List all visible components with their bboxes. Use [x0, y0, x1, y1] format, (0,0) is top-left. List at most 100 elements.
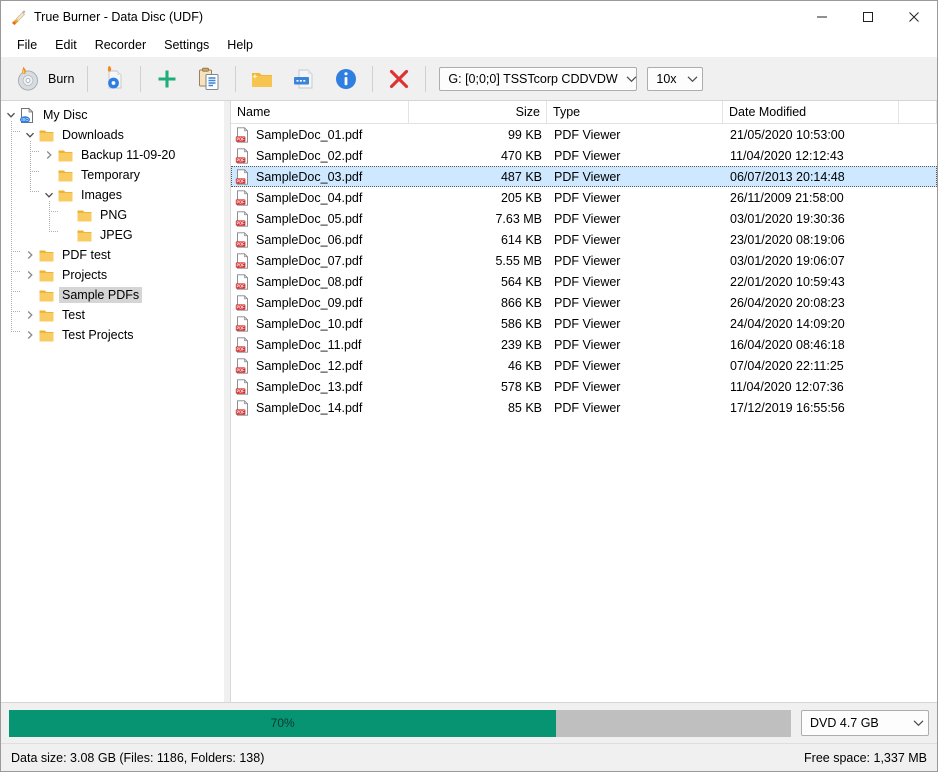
table-row[interactable]: PDF SampleDoc_10.pdf 586 KB PDF Viewer 24/04… [231, 313, 937, 334]
file-type-cell: PDF Viewer [554, 253, 621, 268]
status-bar: Data size: 3.08 GB (Files: 1186, Folders… [1, 743, 937, 771]
svg-text:PDF: PDF [237, 199, 246, 204]
capacity-progress-label: 70% [270, 716, 295, 730]
tree-item-label: Test [62, 308, 85, 322]
table-row[interactable]: PDF SampleDoc_03.pdf 487 KB PDF Viewer 06/07… [231, 166, 937, 187]
chevron-right-icon[interactable] [22, 245, 38, 265]
rename-button[interactable] [283, 60, 325, 98]
tree-item-test-projects[interactable]: Test Projects [1, 325, 223, 345]
file-name-label: SampleDoc_05.pdf [256, 211, 363, 226]
delete-button[interactable] [378, 60, 420, 98]
svg-text:PDF: PDF [237, 346, 246, 351]
tree-item-label: JPEG [100, 228, 133, 242]
speed-select[interactable]: 10x [647, 66, 704, 91]
tree-guide-line [11, 251, 20, 252]
media-type-select[interactable]: DVD 4.7 GB [801, 710, 929, 736]
tree-item-jpeg[interactable]: JPEG [1, 225, 223, 245]
table-row[interactable]: PDF SampleDoc_02.pdf 470 KB PDF Viewer 11/04… [231, 145, 937, 166]
tree-item-images[interactable]: Images [1, 185, 223, 205]
table-row[interactable]: PDF SampleDoc_13.pdf 578 KB PDF Viewer 11/04… [231, 376, 937, 397]
burn-image-button[interactable] [93, 60, 135, 98]
table-row[interactable]: PDF SampleDoc_09.pdf 866 KB PDF Viewer 26/04… [231, 292, 937, 313]
file-date-cell: 26/04/2020 20:08:23 [730, 295, 845, 310]
file-name-cell: PDF SampleDoc_11.pdf [232, 336, 410, 353]
tree-guide-line [30, 191, 39, 192]
table-row[interactable]: PDF SampleDoc_06.pdf 614 KB PDF Viewer 23/01… [231, 229, 937, 250]
tree-item-sample-pdfs[interactable]: Sample PDFs [1, 285, 223, 305]
table-row[interactable]: PDF SampleDoc_14.pdf 85 KB PDF Viewer 17/12/… [231, 397, 937, 418]
file-type-cell: PDF Viewer [554, 190, 621, 205]
table-row[interactable]: PDF SampleDoc_11.pdf 239 KB PDF Viewer 16/04… [231, 334, 937, 355]
chevron-right-icon[interactable] [22, 265, 38, 285]
table-row[interactable]: PDF SampleDoc_07.pdf 5.55 MB PDF Viewer 03/0… [231, 250, 937, 271]
table-row[interactable]: PDF SampleDoc_12.pdf 46 KB PDF Viewer 07/04/… [231, 355, 937, 376]
chevron-right-icon[interactable] [41, 145, 57, 165]
capacity-row: 70% DVD 4.7 GB [1, 703, 937, 743]
tree-guide-line [49, 231, 58, 232]
file-size-cell: 470 KB [500, 148, 542, 163]
close-button[interactable] [891, 1, 937, 33]
folder-icon [38, 127, 55, 144]
file-name-label: SampleDoc_10.pdf [256, 316, 363, 331]
folder-tree[interactable]: ISO My Disc Downloads Backup 11-09-20 Tempor… [1, 101, 223, 702]
tree-item-pdf-test[interactable]: PDF test [1, 245, 223, 265]
tree-item-label: Temporary [81, 168, 141, 182]
tree-item-my-disc[interactable]: ISO My Disc [1, 105, 223, 125]
folder-icon [38, 247, 55, 264]
file-date-cell: 21/05/2020 10:53:00 [730, 127, 845, 142]
file-date-cell: 03/01/2020 19:30:36 [730, 211, 845, 226]
svg-text:PDF: PDF [237, 136, 246, 141]
paste-button[interactable] [188, 60, 230, 98]
tree-item-projects[interactable]: Projects [1, 265, 223, 285]
tree-item-label: Downloads [62, 128, 124, 142]
file-date-cell: 24/04/2020 14:09:20 [730, 316, 845, 331]
maximize-button[interactable] [845, 1, 891, 33]
chevron-right-icon[interactable] [22, 305, 38, 325]
status-data-size: Data size: 3.08 GB (Files: 1186, Folders… [11, 750, 265, 765]
menu-settings[interactable]: Settings [155, 35, 218, 55]
file-list-rows: PDF SampleDoc_01.pdf 99 KB PDF Viewer 21/05/… [231, 124, 937, 418]
iso-disc-file-icon: ISO [19, 107, 36, 124]
window-controls [799, 1, 937, 33]
file-type-cell: PDF Viewer [554, 169, 621, 184]
table-row[interactable]: PDF SampleDoc_04.pdf 205 KB PDF Viewer 26/11… [231, 187, 937, 208]
new-folder-button[interactable] [241, 60, 283, 98]
menu-edit[interactable]: Edit [46, 35, 86, 55]
table-row[interactable]: PDF SampleDoc_08.pdf 564 KB PDF Viewer 22/01… [231, 271, 937, 292]
tree-item-temporary[interactable]: Temporary [1, 165, 223, 185]
folder-icon [57, 167, 74, 184]
file-name-cell: PDF SampleDoc_09.pdf [232, 294, 410, 311]
add-files-button[interactable] [146, 60, 188, 98]
pdf-file-icon: PDF [235, 294, 251, 311]
menu-file[interactable]: File [8, 35, 46, 55]
menu-recorder[interactable]: Recorder [86, 35, 155, 55]
drive-select[interactable]: G: [0;0;0] TSSTcorp CDDVDW [439, 66, 638, 91]
table-row[interactable]: PDF SampleDoc_01.pdf 99 KB PDF Viewer 21/05/… [231, 124, 937, 145]
chevron-right-icon[interactable] [22, 325, 38, 345]
tree-item-png[interactable]: PNG [1, 205, 223, 225]
column-header-size[interactable]: Size [409, 101, 547, 123]
table-row[interactable]: PDF SampleDoc_05.pdf 7.63 MB PDF Viewer 03/0… [231, 208, 937, 229]
column-header-type[interactable]: Type [547, 101, 723, 123]
file-name-label: SampleDoc_12.pdf [256, 358, 363, 373]
tree-item-downloads[interactable]: Downloads [1, 125, 223, 145]
pdf-file-icon: PDF [235, 252, 251, 269]
column-header-date-modified[interactable]: Date Modified [723, 101, 899, 123]
folder-icon [38, 287, 55, 304]
tree-guide-line [11, 291, 20, 292]
file-date-cell: 17/12/2019 16:55:56 [730, 400, 845, 415]
pane-splitter[interactable] [223, 101, 231, 702]
column-header-name[interactable]: Name [231, 101, 409, 123]
file-date-cell: 11/04/2020 12:12:43 [730, 148, 844, 163]
tree-item-backup-11-09-20[interactable]: Backup 11-09-20 [1, 145, 223, 165]
menu-help[interactable]: Help [218, 35, 262, 55]
burn-image-file-icon [101, 64, 127, 92]
toolbar-separator [235, 65, 237, 92]
burn-button[interactable]: Burn [7, 60, 82, 98]
file-name-label: SampleDoc_07.pdf [256, 253, 363, 268]
file-date-cell: 23/01/2020 08:19:06 [730, 232, 845, 247]
tree-item-test[interactable]: Test [1, 305, 223, 325]
minimize-button[interactable] [799, 1, 845, 33]
file-date-cell: 26/11/2009 21:58:00 [730, 190, 844, 205]
info-button[interactable] [325, 60, 367, 98]
